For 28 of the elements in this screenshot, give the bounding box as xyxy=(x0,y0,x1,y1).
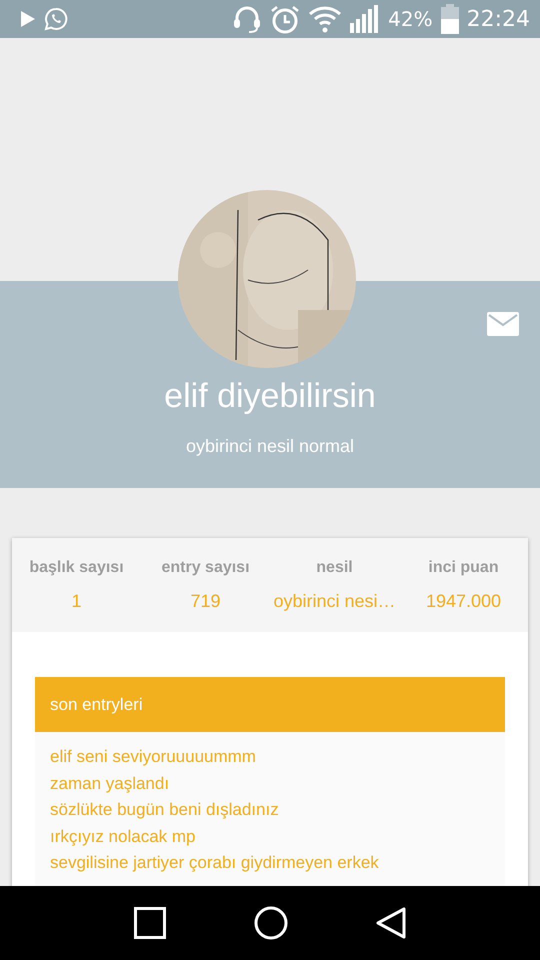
alarm-clock-icon xyxy=(270,4,300,34)
entry-link[interactable]: sevgilisine jartiyer çorabı giydirmeyen erkek xyxy=(50,850,490,876)
chat-bubble-icon xyxy=(44,7,68,31)
signal-icon xyxy=(350,5,380,33)
entry-link[interactable]: elif seni seviyoruuuuummm xyxy=(50,744,490,770)
stat-value: oybirinci nesi… xyxy=(273,590,396,612)
stat-value: 1947.000 xyxy=(426,590,502,612)
recents-button[interactable] xyxy=(134,907,166,939)
battery-icon xyxy=(440,4,459,34)
stat-label: inci puan xyxy=(428,558,499,576)
headset-icon xyxy=(232,4,262,34)
profile-subtitle: oybirinci nesil normal xyxy=(186,436,354,457)
stat-value: 719 xyxy=(190,590,221,612)
entry-link[interactable]: ırkçıyız nolacak mp xyxy=(50,824,490,850)
profile-name: elif diyebilirsin xyxy=(164,377,376,416)
clock-time: 22:24 xyxy=(466,6,530,32)
entry-link[interactable]: sözlükte bugün beni dışladınız xyxy=(50,797,490,824)
stat-label: entry sayısı xyxy=(161,558,250,576)
stat-value: 1 xyxy=(71,590,82,612)
stat-label: nesil xyxy=(316,558,353,576)
battery-percent: 42% xyxy=(388,7,433,31)
entry-link[interactable]: zaman yaşlandı xyxy=(50,770,490,797)
stat-label: başlık sayısı xyxy=(29,558,124,576)
wifi-icon xyxy=(308,5,342,33)
back-button[interactable] xyxy=(376,907,406,939)
section-header: son entryleri xyxy=(35,677,505,732)
home-button[interactable] xyxy=(254,906,288,940)
play-icon xyxy=(20,10,36,28)
